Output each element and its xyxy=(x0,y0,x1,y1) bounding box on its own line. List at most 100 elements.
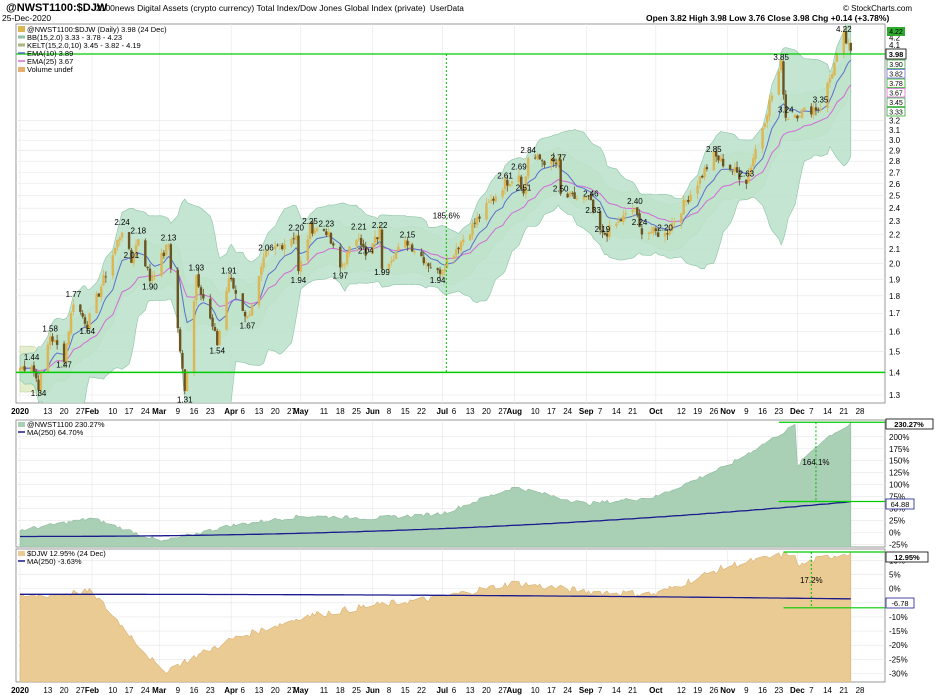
y-tick-label: -25% xyxy=(889,655,908,664)
candle-body xyxy=(144,240,147,267)
swing-label: 1.58 xyxy=(42,325,58,334)
candle-body xyxy=(167,244,170,246)
x-tick-label: 7 xyxy=(598,407,603,416)
candle-body xyxy=(232,278,235,289)
candle-body xyxy=(151,276,154,281)
panel3-gain-annotation: 17.2% xyxy=(800,576,823,585)
x-tick-label: 13 xyxy=(43,407,52,416)
candle-body xyxy=(83,317,87,324)
swing-label: 2.20 xyxy=(657,224,673,233)
x-tick-label: 9 xyxy=(176,407,181,416)
x-tick-label: 14 xyxy=(823,407,832,416)
candle-body xyxy=(413,251,416,253)
candle-body xyxy=(770,95,774,101)
candle-body xyxy=(118,237,121,241)
candle-body xyxy=(717,155,720,161)
badge-high: 4.22 xyxy=(889,29,903,36)
x-tick-label: 20 xyxy=(60,686,69,695)
price-badge-label: 3.82 xyxy=(889,72,903,79)
candle-body xyxy=(817,108,820,110)
candle-body xyxy=(278,244,282,246)
price-badge-label: 3.67 xyxy=(889,91,903,98)
x-tick-label: 12 xyxy=(677,407,686,416)
x-tick-label: 10 xyxy=(531,686,540,695)
panel2-gain-annotation: 164.1% xyxy=(802,458,829,467)
swing-label: 2.15 xyxy=(400,231,416,240)
candle-body xyxy=(199,287,203,295)
candle-body xyxy=(406,240,409,246)
swing-label: 1.67 xyxy=(240,322,256,331)
ohlc-readout: Open 3.82 High 3.98 Low 3.76 Close 3.98 … xyxy=(646,13,889,23)
y-tick-label: 3.2 xyxy=(889,116,901,125)
candle-body xyxy=(164,244,168,255)
y-tick-label: 25% xyxy=(889,517,905,526)
x-tick-label: 7 xyxy=(809,686,814,695)
x-tick-label: Jul xyxy=(437,407,449,416)
candle-body xyxy=(246,316,249,318)
y-tick-label: 3.1 xyxy=(889,126,901,135)
candle-body xyxy=(241,293,244,311)
candle-body xyxy=(257,275,261,306)
candle-body xyxy=(424,262,428,264)
x-tick-label: 20 xyxy=(60,407,69,416)
candle-body xyxy=(299,261,302,272)
candle-body xyxy=(422,257,425,264)
x-tick-label: 13 xyxy=(466,407,475,416)
swing-label: 2.51 xyxy=(516,183,532,192)
x-tick-label: 20 xyxy=(271,407,280,416)
candle-body xyxy=(441,270,444,275)
candle-body xyxy=(429,267,432,269)
price-badge-label: 3.45 xyxy=(889,100,903,107)
swing-label: 2.06 xyxy=(258,244,274,253)
swing-label: 2.69 xyxy=(511,162,527,171)
candle-body xyxy=(508,184,511,187)
x-tick-label: 8 xyxy=(387,686,392,695)
candle-body xyxy=(348,246,351,254)
candle-body xyxy=(494,196,497,202)
swing-label: 1.94 xyxy=(291,276,307,285)
candle-body xyxy=(243,311,247,317)
candle-body xyxy=(786,118,790,120)
candle-body xyxy=(793,115,797,118)
swing-label: 2.01 xyxy=(124,251,140,260)
legend-volume: Volume undef xyxy=(27,65,74,74)
candle-body xyxy=(619,219,623,222)
x-tick-label: Sep xyxy=(579,407,594,416)
candle-body xyxy=(803,107,806,111)
x-tick-label: May xyxy=(293,407,309,416)
x-tick-label: 11 xyxy=(320,407,329,416)
candle-body xyxy=(649,232,653,234)
x-tick-label: 6 xyxy=(241,407,246,416)
x-tick-label: Oct xyxy=(649,686,663,695)
candle-body xyxy=(680,213,683,224)
candle-body xyxy=(766,115,769,123)
x-tick-label: 7 xyxy=(809,407,814,416)
swing-label: 2.84 xyxy=(520,146,536,155)
x-tick-label: 16 xyxy=(190,407,199,416)
candle-body xyxy=(48,336,52,345)
x-tick-label: 19 xyxy=(693,407,702,416)
x-tick-label: 25 xyxy=(352,407,361,416)
candle-body xyxy=(32,365,36,372)
candle-body xyxy=(178,329,182,352)
x-tick-label: 12 xyxy=(677,686,686,695)
x-tick-label: Feb xyxy=(85,686,99,695)
x-tick-label: Mar xyxy=(152,407,166,416)
candle-body xyxy=(39,371,43,390)
candle-body xyxy=(752,158,755,167)
x-tick-label: Aug xyxy=(506,407,522,416)
swing-label: 1.64 xyxy=(80,327,96,336)
candle-body xyxy=(176,269,179,329)
swing-label: 2.63 xyxy=(739,169,755,178)
y-tick-label: 2.8 xyxy=(889,157,901,166)
x-tick-label: 6 xyxy=(241,686,246,695)
candle-body xyxy=(169,244,173,269)
candle-body xyxy=(666,233,669,235)
y-tick-label: 2.3 xyxy=(889,217,901,226)
y-tick-label: 2.9 xyxy=(889,146,901,155)
candle-body xyxy=(250,305,254,316)
panel3-badge-ma: -6.78 xyxy=(891,599,908,608)
x-tick-label: 13 xyxy=(466,686,475,695)
x-tick-label: 9 xyxy=(744,686,749,695)
swing-label: 1.34 xyxy=(31,389,47,398)
